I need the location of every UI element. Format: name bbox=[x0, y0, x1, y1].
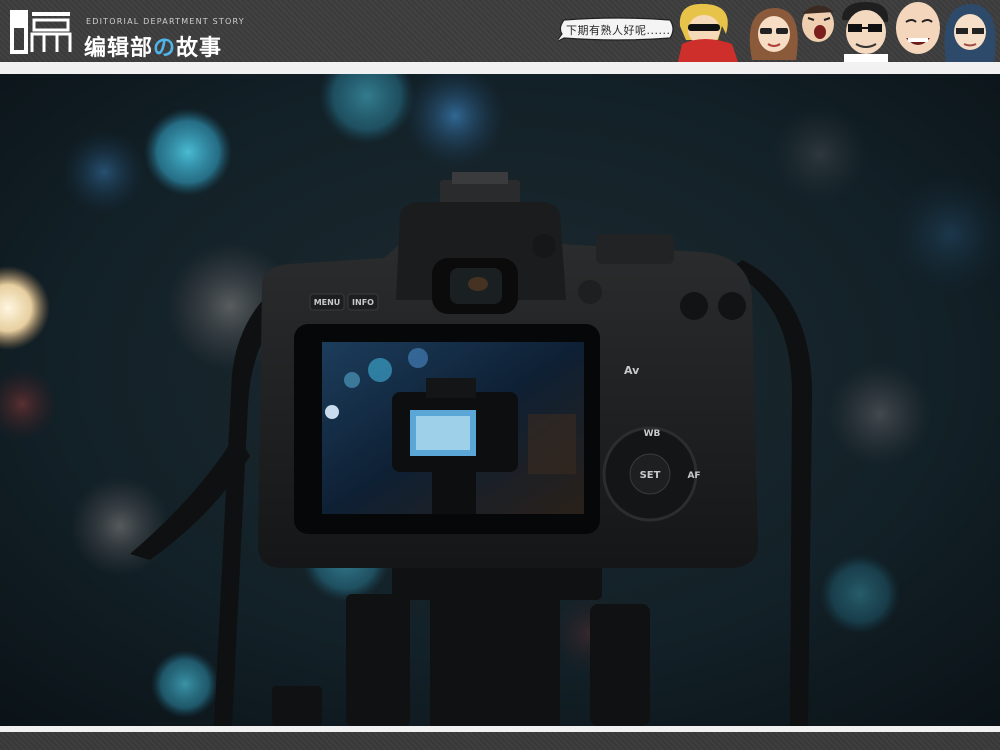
menu-button-label: MENU bbox=[314, 298, 341, 307]
site-header: EDITORIAL DEPARTMENT STORY 编辑部の故事 下期有熟人好… bbox=[0, 0, 1000, 66]
av-button-label: Av bbox=[624, 364, 640, 377]
info-button-label: INFO bbox=[352, 298, 374, 307]
character-shouting-icon bbox=[802, 5, 834, 42]
character-woman-icon bbox=[749, 8, 798, 60]
dslr-camera-photo-icon: MENU INFO Av WB SET AF bbox=[0, 74, 1000, 726]
character-bald-icon bbox=[896, 2, 940, 54]
character-glasses-icon bbox=[842, 2, 889, 62]
set-button-label: SET bbox=[640, 470, 661, 481]
cartoon-characters-icon bbox=[678, 2, 996, 62]
af-button-label: AF bbox=[687, 471, 700, 481]
site-title-part2: 故事 bbox=[176, 36, 223, 61]
photo-frame: MENU INFO Av WB SET AF bbox=[0, 66, 1000, 732]
site-logo[interactable]: EDITORIAL DEPARTMENT STORY 编辑部の故事 bbox=[10, 8, 244, 61]
speech-bubble-text: 下期有熟人好呢...... bbox=[566, 24, 671, 37]
camera-photo: MENU INFO Av WB SET AF bbox=[0, 74, 1000, 726]
character-blond-icon bbox=[678, 3, 738, 62]
wb-button-label: WB bbox=[644, 429, 661, 439]
site-title-no: の bbox=[153, 36, 177, 61]
logo-glyph-icon bbox=[10, 10, 72, 54]
site-title-part1: 编辑部 bbox=[84, 36, 154, 61]
character-blue-hair-icon bbox=[944, 4, 996, 62]
logo-tagline: EDITORIAL DEPARTMENT STORY bbox=[86, 17, 245, 26]
footer-strip bbox=[0, 732, 1000, 750]
site-title: 编辑部の故事 bbox=[84, 30, 222, 62]
